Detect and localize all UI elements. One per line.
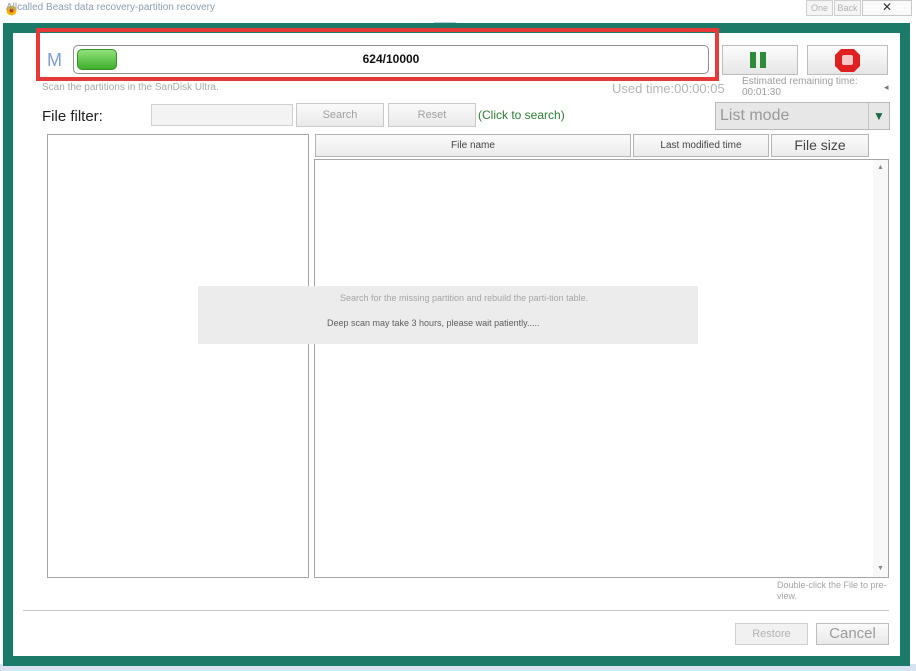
preview-hint: Double-click the File to pre-view. (777, 580, 887, 601)
footer-divider (23, 610, 889, 611)
close-icon: ✕ (881, 0, 893, 14)
file-list[interactable] (314, 159, 889, 578)
highlight-box (36, 28, 719, 81)
reset-button[interactable]: Reset (388, 103, 476, 127)
used-time: Used time:00:00:05 (612, 81, 725, 96)
search-button[interactable]: Search (296, 103, 384, 127)
column-header-file-name[interactable]: File name (315, 134, 631, 157)
scroll-down-icon[interactable]: ▼ (877, 565, 884, 572)
scroll-up-icon[interactable]: ▲ (877, 164, 884, 171)
view-mode-value: List mode (720, 107, 790, 124)
view-mode-select[interactable]: List mode ▼ (715, 102, 890, 130)
pause-button[interactable] (722, 45, 798, 75)
one-button[interactable]: One (806, 0, 833, 16)
scan-status-text: Scan the partitions in the SanDisk Ultra… (42, 82, 219, 93)
estimated-time-value: 00:01:30 (742, 87, 781, 98)
close-button[interactable]: ✕ (862, 0, 912, 16)
column-header-file-size[interactable]: File size (771, 134, 869, 157)
estimated-time-label: Estimated remaining time: (742, 76, 858, 87)
dropdown-arrow-icon: ▼ (868, 103, 889, 129)
message-line-2: Deep scan may take 3 hours, please wait … (327, 318, 540, 328)
window-title: Allcalled Beast data recovery-partition … (6, 2, 215, 13)
info-icon: ◂ (884, 82, 889, 92)
restore-button[interactable]: Restore (735, 623, 808, 645)
click-to-search-hint: (Click to search) (478, 108, 565, 122)
cancel-button[interactable]: Cancel (816, 623, 889, 645)
pause-icon (750, 52, 766, 68)
vertical-scrollbar[interactable] (873, 160, 888, 577)
back-button[interactable]: Back (834, 0, 861, 16)
stop-icon (835, 49, 860, 72)
column-header-last-modified[interactable]: Last modified time (633, 134, 769, 157)
file-filter-label: File filter: (42, 108, 103, 125)
message-line-1: Search for the missing partition and reb… (340, 293, 589, 303)
file-filter-input[interactable] (151, 104, 293, 126)
title-bar: Allcalled Beast data recovery-partition … (0, 0, 916, 22)
partition-tree-panel[interactable] (47, 134, 309, 578)
stop-button[interactable] (807, 45, 888, 75)
